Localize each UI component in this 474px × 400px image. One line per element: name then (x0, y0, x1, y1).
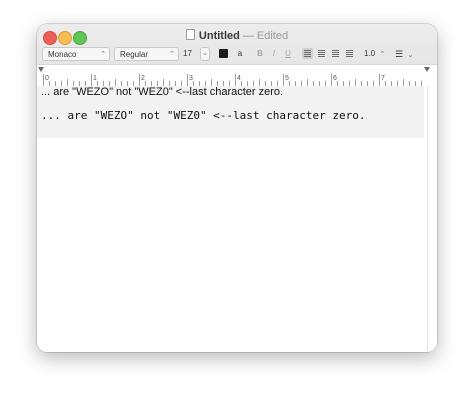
background-color-button[interactable]: a (235, 47, 245, 61)
ruler-label: 2 (141, 75, 145, 82)
document-area[interactable]: ... are "WEZO" not "WEZ0" <--last charac… (37, 86, 437, 352)
ruler-tick (43, 74, 44, 86)
ruler-tick (67, 79, 68, 86)
left-indent-marker[interactable] (38, 67, 44, 72)
line-spacing-popup[interactable]: 1.0 ⌃ (364, 47, 388, 61)
chevron-down-icon: ⌄ (407, 52, 414, 59)
text-line-monospace[interactable]: ... are "WEZO" not "WEZ0" <--last charac… (41, 109, 366, 122)
ruler-tick (211, 79, 212, 86)
line-spacing-value: 1.0 (364, 49, 376, 58)
font-family-value: Monaco (48, 50, 77, 59)
ruler-tick (331, 74, 332, 86)
ruler-tick (283, 74, 284, 86)
font-family-popup[interactable]: Monaco ⌃ (42, 47, 110, 61)
chevron-down-icon: ⌄ (202, 50, 208, 57)
ruler-tick (139, 74, 140, 86)
justify-icon (346, 50, 353, 57)
align-right-icon (332, 50, 339, 57)
ruler-tick (259, 79, 260, 86)
ruler-label: 0 (45, 75, 49, 82)
ruler-label: 5 (285, 75, 289, 82)
vertical-scrollbar[interactable] (427, 86, 437, 352)
ruler-label: 6 (333, 75, 337, 82)
ruler-tick (115, 79, 116, 86)
align-center-button[interactable] (316, 48, 327, 59)
font-size-field[interactable]: 17 (183, 47, 201, 61)
align-left-button[interactable] (302, 48, 313, 59)
updown-chevron-icon: ⌃ (100, 51, 106, 58)
ruler-tick (163, 79, 164, 86)
document-state: Edited (256, 30, 289, 42)
ruler-label: 4 (237, 75, 241, 82)
ruler[interactable]: 0 1 2 3 4 5 6 7 (37, 64, 437, 87)
italic-button[interactable]: I (269, 47, 279, 61)
ruler-tick (187, 74, 188, 86)
lists-popup[interactable]: ☰ ⌄ (395, 47, 419, 61)
justify-button[interactable] (344, 48, 355, 59)
ruler-tick (355, 79, 356, 86)
align-center-icon (318, 50, 325, 57)
document-name[interactable]: Untitled (199, 30, 240, 42)
format-bar: Monaco ⌃ Regular ⌃ 17 ⌄ a B I U 1.0 ⌃ ☰ … (37, 44, 437, 64)
updown-chevron-icon: ⌃ (379, 51, 386, 58)
ruler-label: 1 (93, 75, 97, 82)
text-view[interactable]: ... are "WEZO" not "WEZ0" <--last charac… (37, 86, 424, 138)
underline-button[interactable]: U (283, 47, 293, 61)
right-margin-marker[interactable] (424, 67, 430, 72)
ruler-label: 3 (189, 75, 193, 82)
title-separator: — (242, 30, 254, 42)
ruler-label: 7 (381, 75, 385, 82)
font-size-dropdown[interactable]: ⌄ (200, 47, 210, 61)
ruler-tick (235, 74, 236, 86)
ruler-tick (403, 79, 404, 86)
font-size-value: 17 (183, 49, 192, 58)
bold-button[interactable]: B (255, 47, 265, 61)
font-style-popup[interactable]: Regular ⌃ (114, 47, 179, 61)
ruler-tick (91, 74, 92, 86)
text-color-well[interactable] (219, 49, 228, 58)
window-title: Untitled — Edited (37, 28, 437, 44)
align-right-button[interactable] (330, 48, 341, 59)
textedit-window: Untitled — Edited Monaco ⌃ Regular ⌃ 17 ⌄ … (37, 24, 437, 352)
document-icon[interactable] (185, 29, 195, 40)
ruler-tick (379, 74, 380, 86)
align-left-icon (304, 50, 311, 57)
updown-chevron-icon: ⌃ (169, 51, 175, 58)
font-style-value: Regular (120, 50, 149, 59)
list-bullets-icon: ☰ (395, 49, 404, 59)
ruler-tick (307, 79, 308, 86)
text-line-proportional[interactable]: ... are "WEZO" not "WEZ0" <--last charac… (41, 86, 283, 98)
